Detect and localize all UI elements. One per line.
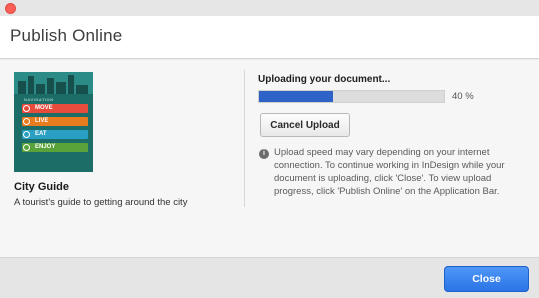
no-entry-icon xyxy=(23,105,30,112)
dialog-content: NAVIGATION MOVE LIVE EAT ENJOY City Guid… xyxy=(0,60,539,257)
cover-tag-enjoy: ENJOY xyxy=(22,143,88,152)
cover-building xyxy=(47,78,54,94)
document-cover-thumbnail: NAVIGATION MOVE LIVE EAT ENJOY xyxy=(14,72,93,172)
cover-tag-move: MOVE xyxy=(22,104,88,113)
window-close-icon[interactable] xyxy=(5,3,16,14)
document-title: City Guide xyxy=(14,181,70,193)
upload-progress-percent: 40 % xyxy=(452,91,474,102)
upload-progress-bar xyxy=(258,90,445,103)
vertical-divider xyxy=(244,70,245,207)
upload-status-title: Uploading your document... xyxy=(258,74,391,85)
cover-tag-text: ENJOY xyxy=(35,144,56,150)
cover-tag-text: LIVE xyxy=(35,118,49,124)
cover-tag-text: EAT xyxy=(35,131,47,137)
star-icon xyxy=(23,144,30,151)
cover-building xyxy=(18,81,26,94)
dialog-title: Publish Online xyxy=(10,26,123,45)
cover-tag-text: MOVE xyxy=(35,105,53,111)
cancel-upload-button[interactable]: Cancel Upload xyxy=(260,113,350,137)
cover-building xyxy=(68,75,74,94)
cover-building xyxy=(56,82,66,94)
cover-building xyxy=(28,76,34,94)
upload-progress-fill xyxy=(259,91,333,102)
upload-info-text: Upload speed may vary depending on your … xyxy=(274,147,505,197)
home-icon xyxy=(23,118,30,125)
cover-building xyxy=(76,85,88,94)
window-titlebar xyxy=(0,0,539,16)
dialog-footer: Close xyxy=(0,257,539,298)
cover-tag-eat: EAT xyxy=(22,130,88,139)
info-icon: i xyxy=(259,149,269,159)
fork-icon xyxy=(23,131,30,138)
cover-label: NAVIGATION xyxy=(24,97,54,102)
dialog-header: Publish Online xyxy=(0,16,539,59)
cover-tag-live: LIVE xyxy=(22,117,88,126)
close-button[interactable]: Close xyxy=(444,266,529,292)
cover-building xyxy=(36,84,45,94)
document-description: A tourist's guide to getting around the … xyxy=(14,197,188,208)
